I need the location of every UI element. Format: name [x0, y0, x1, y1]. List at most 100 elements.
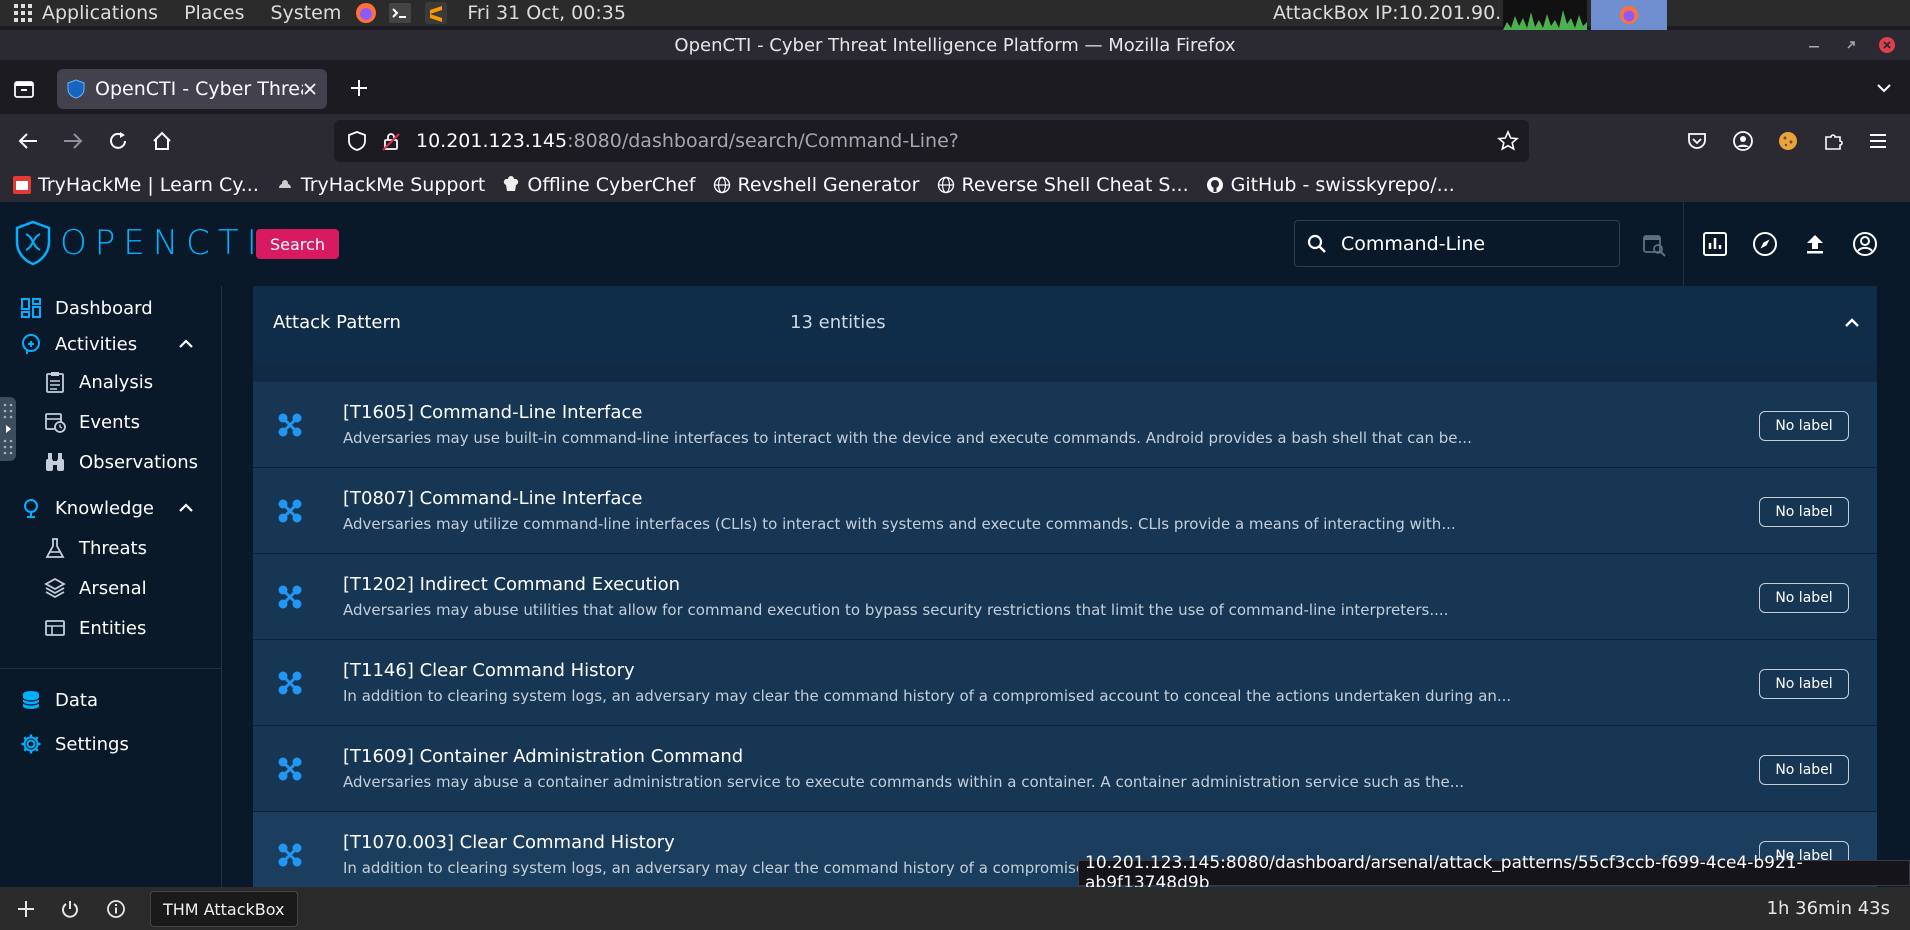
insecure-lock-icon[interactable]: [380, 130, 402, 152]
attack-pattern-section-header[interactable]: Attack Pattern 13 entities: [253, 286, 1877, 362]
list-item[interactable]: [T1609] Container Administration Command…: [253, 726, 1877, 812]
sidebar-label: Events: [79, 411, 140, 433]
add-icon[interactable]: [14, 897, 38, 921]
minimize-button[interactable]: [1803, 34, 1825, 56]
search-results: Attack Pattern 13 entities [T1605] Comma…: [253, 286, 1877, 887]
chevron-up-icon: [176, 334, 196, 354]
label-chip: No label: [1759, 497, 1849, 527]
bookmark-tryhackme[interactable]: TryHackMe | Learn Cy...: [12, 174, 259, 196]
sublime-launcher[interactable]: [423, 0, 449, 26]
opencti-logo[interactable]: OPENCTI: [14, 220, 265, 266]
close-window-button[interactable]: [1876, 34, 1898, 56]
extensions-puzzle-icon[interactable]: [1820, 128, 1846, 154]
entity-name: [T1605] Command-Line Interface: [343, 402, 643, 423]
sidebar-item-threats[interactable]: Threats: [0, 530, 222, 566]
window-titlebar: OpenCTI - Cyber Threat Intelligence Plat…: [0, 30, 1910, 60]
bookmark-offline-cyberchef[interactable]: Offline CyberChef: [501, 174, 696, 196]
sidebar-item-arsenal[interactable]: Arsenal: [0, 570, 222, 606]
places-menu[interactable]: Places: [184, 0, 244, 26]
bottom-taskbar: THM AttackBox 1h 36min 43s: [0, 887, 1910, 930]
sidebar-item-data[interactable]: Data: [0, 682, 222, 718]
bookmark-reverse-shell-cheat[interactable]: Reverse Shell Cheat S...: [936, 174, 1189, 196]
new-tab-icon[interactable]: [348, 77, 370, 99]
threats-flask-icon: [42, 535, 68, 561]
applications-menu[interactable]: Applications: [10, 0, 158, 26]
search-breadcrumb-chip: Search: [256, 229, 339, 259]
close-tab-icon[interactable]: [303, 82, 317, 96]
bookmark-star-icon[interactable]: [1497, 130, 1519, 152]
tryhackme-icon: [12, 175, 32, 195]
list-item[interactable]: [T1146] Clear Command History In additio…: [253, 640, 1877, 726]
label-chip: No label: [1759, 755, 1849, 785]
sidebar-item-settings[interactable]: Settings: [0, 726, 222, 762]
power-icon[interactable]: [58, 897, 82, 921]
firefox-window-button[interactable]: [1591, 0, 1667, 30]
link-status-url: 10.201.123.145:8080/dashboard/arsenal/at…: [1078, 853, 1910, 893]
left-sidebar: Dashboard Activities Analysis Events Obs…: [0, 286, 222, 887]
sidebar-label: Settings: [55, 733, 129, 755]
opencti-app: OPENCTI Search Command-Line Dashboard Ac…: [0, 202, 1910, 887]
list-tabs-chevron-icon[interactable]: [1874, 78, 1894, 98]
hamburger-menu-icon[interactable]: [1865, 128, 1891, 154]
bookmark-github-swisskyrepo[interactable]: GitHub - swisskyrepo/...: [1205, 174, 1455, 196]
sidebar-item-dashboard[interactable]: Dashboard: [0, 290, 222, 326]
drawer-drag-handle[interactable]: [0, 397, 16, 461]
info-icon[interactable]: [104, 897, 128, 921]
url-bar[interactable]: 10.201.123.145 :8080/dashboard/search/Co…: [334, 120, 1529, 162]
dashboard-chart-icon[interactable]: [1699, 228, 1731, 260]
sidebar-label: Data: [55, 689, 98, 711]
home-icon[interactable]: [149, 128, 175, 154]
terminal-launcher[interactable]: [387, 0, 413, 26]
global-search-input[interactable]: Command-Line: [1294, 220, 1620, 267]
navigation-bar: 10.201.123.145 :8080/dashboard/search/Co…: [0, 114, 1910, 168]
system-menu[interactable]: System: [270, 0, 341, 26]
sidebar-label: Threats: [79, 537, 147, 559]
extension-cookie-icon[interactable]: [1775, 128, 1801, 154]
shield-icon[interactable]: [346, 130, 368, 152]
label-chip: No label: [1759, 669, 1849, 699]
attack-pattern-icon: [275, 668, 305, 698]
account-icon[interactable]: [1730, 128, 1756, 154]
bookmark-tryhackme-support[interactable]: TryHackMe Support: [275, 174, 485, 196]
sidebar-item-activities[interactable]: Activities: [0, 326, 222, 362]
tab-opencti[interactable]: OpenCTI - Cyber Threat Intelligence Plat…: [57, 69, 327, 109]
back-arrow-icon[interactable]: [15, 128, 41, 154]
chevron-up-icon[interactable]: [1841, 312, 1863, 334]
arsenal-layers-icon: [42, 575, 68, 601]
reload-icon[interactable]: [105, 128, 131, 154]
list-item[interactable]: [T1605] Command-Line Interface Adversari…: [253, 382, 1877, 468]
window-title: OpenCTI - Cyber Threat Intelligence Plat…: [674, 34, 1236, 56]
attack-pattern-icon: [275, 840, 305, 870]
forward-arrow-icon[interactable]: [60, 128, 86, 154]
list-item[interactable]: [T1202] Indirect Command Execution Adver…: [253, 554, 1877, 640]
upload-icon[interactable]: [1799, 228, 1831, 260]
url-path: :8080/dashboard/search/Command-Line?: [567, 130, 959, 152]
knowledge-icon: [18, 495, 44, 521]
sidebar-item-events[interactable]: Events: [0, 404, 222, 440]
advanced-search-icon[interactable]: [1638, 228, 1670, 260]
sidebar-item-analysis[interactable]: Analysis: [0, 364, 222, 400]
search-query: Command-Line: [1341, 232, 1486, 255]
list-item[interactable]: [T0807] Command-Line Interface Adversari…: [253, 468, 1877, 554]
compass-icon[interactable]: [1749, 228, 1781, 260]
sidebar-label: Activities: [55, 333, 138, 355]
firefox-icon: [353, 1, 379, 25]
sidebar-item-entities[interactable]: Entities: [0, 610, 222, 646]
chevron-up-icon: [176, 498, 196, 518]
entity-name: [T1609] Container Administration Command: [343, 746, 744, 767]
maximize-button[interactable]: [1840, 34, 1862, 56]
entity-description: Adversaries may utilize command-line int…: [343, 515, 1456, 533]
firefox-launcher[interactable]: [353, 0, 379, 26]
firefox-view-icon[interactable]: [12, 77, 36, 101]
taskbar-attackbox[interactable]: THM AttackBox: [150, 891, 298, 927]
header-divider: [1683, 202, 1684, 286]
entity-description: Adversaries may use built-in command-lin…: [343, 429, 1472, 447]
sidebar-item-observations[interactable]: Observations: [0, 444, 222, 480]
sidebar-item-knowledge[interactable]: Knowledge: [0, 490, 222, 526]
pocket-icon[interactable]: [1684, 128, 1710, 154]
user-account-icon[interactable]: [1849, 228, 1881, 260]
sidebar-label: Dashboard: [55, 297, 153, 319]
bookmark-revshell-generator[interactable]: Revshell Generator: [712, 174, 920, 196]
entity-count: 13 entities: [790, 312, 886, 333]
globe-icon: [712, 175, 732, 195]
